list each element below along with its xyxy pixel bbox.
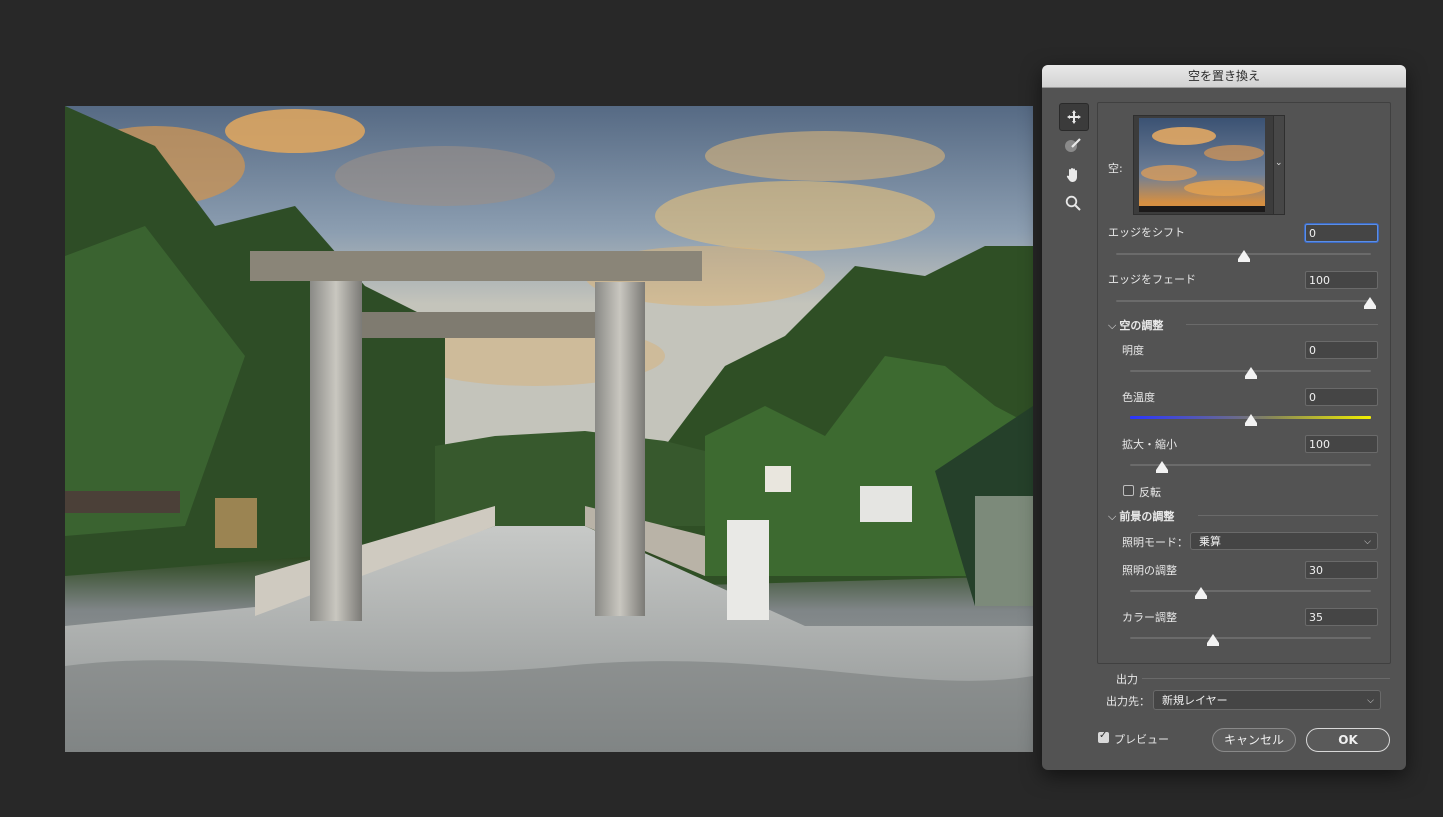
photo-canvas[interactable] <box>65 106 1033 752</box>
sky-adjust-title: 空の調整 <box>1119 319 1164 332</box>
color-adjust-label: カラー調整 <box>1122 611 1177 624</box>
scale-input[interactable]: 100 <box>1305 435 1378 453</box>
sky-brush-icon[interactable] <box>1059 132 1087 158</box>
shift-edge-input[interactable]: 0 <box>1305 224 1378 242</box>
preview-checkbox[interactable] <box>1098 730 1109 743</box>
color-adjust-input[interactable]: 35 <box>1305 608 1378 626</box>
lighting-adjust-label: 照明の調整 <box>1122 564 1177 577</box>
sky-thumbnail <box>1139 118 1265 212</box>
sky-adjust-header[interactable]: ⌵ 空の調整 <box>1108 317 1163 333</box>
chevron-down-icon: ⌄ <box>1275 158 1283 168</box>
brightness-input[interactable]: 0 <box>1305 341 1378 359</box>
shift-edge-label: エッジをシフト <box>1108 226 1185 239</box>
settings-panel: 空: ⌄ エッジをシフト 0 エッジをフェード 100 ⌵ 空の調整 明度 0 … <box>1097 102 1391 664</box>
sky-dropdown-toggle[interactable]: ⌄ <box>1273 116 1284 214</box>
ok-button[interactable]: OK <box>1306 728 1390 752</box>
sky-label: 空: <box>1108 162 1123 175</box>
lighting-adjust-slider[interactable] <box>1130 590 1371 592</box>
replace-sky-dialog: 空を置き換え 空: ⌄ エッジをシフト 0 エッジをフェード 100 ⌵ 空の調… <box>1042 65 1406 770</box>
divider <box>1198 515 1378 516</box>
shift-edge-thumb[interactable] <box>1238 250 1250 262</box>
chevron-down-icon: ⌵ <box>1364 537 1371 547</box>
lighting-mode-value: 乗算 <box>1199 535 1221 548</box>
chevron-down-icon: ⌵ <box>1108 510 1117 523</box>
divider <box>1142 678 1390 679</box>
fade-edge-slider[interactable] <box>1116 300 1371 302</box>
sky-preset-selector[interactable]: ⌄ <box>1133 115 1285 215</box>
move-icon[interactable] <box>1059 103 1089 131</box>
cancel-button[interactable]: キャンセル <box>1212 728 1296 752</box>
temperature-label: 色温度 <box>1122 391 1155 404</box>
brightness-label: 明度 <box>1122 344 1144 357</box>
lighting-mode-dropdown[interactable]: 乗算 ⌵ <box>1190 532 1378 550</box>
output-header: 出力 <box>1116 673 1138 686</box>
color-adjust-slider[interactable] <box>1130 637 1371 639</box>
lighting-adjust-thumb[interactable] <box>1195 587 1207 599</box>
zoom-icon[interactable] <box>1059 190 1087 216</box>
fade-edge-input[interactable]: 100 <box>1305 271 1378 289</box>
dialog-title: 空を置き換え <box>1042 65 1406 88</box>
output-dest-dropdown[interactable]: 新規レイヤー ⌵ <box>1153 690 1381 710</box>
temperature-input[interactable]: 0 <box>1305 388 1378 406</box>
photo-image <box>65 106 1033 752</box>
hand-icon[interactable] <box>1059 161 1087 187</box>
output-dest-value: 新規レイヤー <box>1162 694 1228 707</box>
color-adjust-thumb[interactable] <box>1207 634 1219 646</box>
scale-label: 拡大・縮小 <box>1122 438 1177 451</box>
chevron-down-icon: ⌵ <box>1367 696 1374 706</box>
lighting-mode-label: 照明モード： <box>1122 536 1188 549</box>
chevron-down-icon: ⌵ <box>1108 319 1117 332</box>
foreground-adjust-header[interactable]: ⌵ 前景の調整 <box>1108 508 1174 524</box>
lighting-adjust-input[interactable]: 30 <box>1305 561 1378 579</box>
preview-label: プレビュー <box>1114 733 1169 746</box>
flip-label: 反転 <box>1139 486 1161 499</box>
brightness-thumb[interactable] <box>1245 367 1257 379</box>
foreground-adjust-title: 前景の調整 <box>1119 510 1175 523</box>
flip-checkbox[interactable] <box>1123 485 1134 496</box>
output-dest-label: 出力先： <box>1106 695 1150 708</box>
fade-edge-thumb[interactable] <box>1364 297 1376 309</box>
scale-thumb[interactable] <box>1156 461 1168 473</box>
temperature-thumb[interactable] <box>1245 414 1257 426</box>
divider <box>1186 324 1378 325</box>
fade-edge-label: エッジをフェード <box>1108 273 1196 286</box>
